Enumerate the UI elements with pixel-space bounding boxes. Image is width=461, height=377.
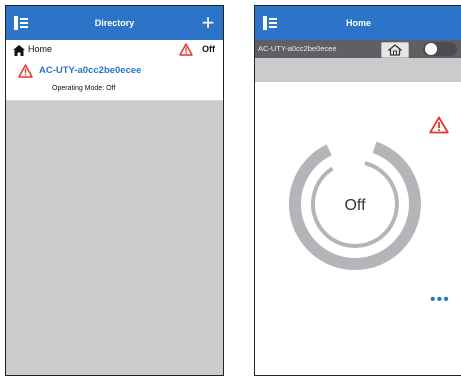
home-button[interactable] <box>381 42 409 58</box>
empty-list-area <box>6 101 223 375</box>
menu-icon[interactable] <box>14 16 28 30</box>
home-label: Home <box>28 44 53 54</box>
home-status: Off <box>202 44 215 54</box>
home-title: Home <box>345 18 371 28</box>
plus-icon[interactable]: + <box>199 12 217 34</box>
device-list-item[interactable]: AC-UTY-a0cc2be0ecee Operating Mode: Off <box>6 60 223 101</box>
device-bar: AC-UTY-a0cc2be0ecee <box>255 40 461 58</box>
directory-title: Directory <box>94 18 135 28</box>
menu-icon[interactable] <box>263 16 277 30</box>
power-toggle[interactable] <box>423 42 457 56</box>
more-options-icon[interactable]: ••• <box>430 291 450 309</box>
status-strip <box>255 58 461 82</box>
directory-top-bar: Directory + <box>6 6 223 40</box>
directory-screen: Directory + Home Off AC-UTY-a0cc2be0ecee… <box>5 5 224 376</box>
power-state-label: Off <box>344 197 366 214</box>
app-screens: Directory + Home Off AC-UTY-a0cc2be0ecee… <box>0 0 461 377</box>
operating-mode-text: Operating Mode: Off <box>52 85 116 92</box>
warning-icon[interactable] <box>429 116 449 134</box>
toggle-knob <box>425 43 437 55</box>
home-icon <box>388 44 402 56</box>
home-icon <box>13 45 25 56</box>
home-top-bar: Home <box>255 6 461 40</box>
warning-icon <box>18 64 33 78</box>
warning-icon <box>179 43 193 56</box>
device-name: AC-UTY-a0cc2be0ecee <box>39 65 142 76</box>
device-name: AC-UTY-a0cc2be0ecee <box>258 44 337 53</box>
home-row[interactable]: Home Off <box>6 40 223 60</box>
home-screen: Home AC-UTY-a0cc2be0ecee Off ••• <box>254 5 461 376</box>
